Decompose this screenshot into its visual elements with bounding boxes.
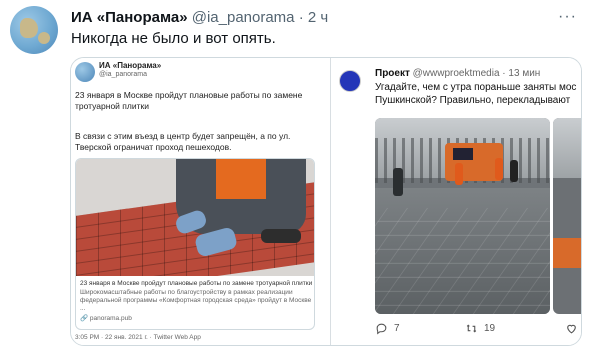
embedded-author-handle: @ia_panorama xyxy=(99,71,147,78)
photo-worker xyxy=(393,168,403,196)
street-photo-2 xyxy=(553,118,581,314)
embedded-text-headline: 23 января в Москве пройдут плановые рабо… xyxy=(75,90,303,111)
card-description: Широкомасштабные работы по благоустройст… xyxy=(80,289,312,312)
photo-tiles xyxy=(375,208,550,314)
embedded-header: Проект @wwwproektmedia · 13 мин xyxy=(375,68,540,79)
embedded-author-name: ИА «Панорама» xyxy=(99,61,162,70)
embedded-avatar xyxy=(339,70,361,92)
like-action xyxy=(565,322,578,335)
embedded-time: 13 мин xyxy=(508,68,541,79)
card-domain: 🔗 panorama.pub xyxy=(80,315,132,322)
embedded-text-line: Угадайте, чем с утра пораньше заняты мос xyxy=(375,82,577,93)
embedded-author-name: Проект xyxy=(375,68,410,79)
retweet-count: 19 xyxy=(484,323,496,334)
separator-dot: · xyxy=(298,9,304,26)
author-handle[interactable]: @ia_panorama xyxy=(192,9,295,26)
reply-action: 7 xyxy=(375,322,400,335)
tweet-time[interactable]: 2 ч xyxy=(308,9,328,26)
right-screenshot: Проект @wwwproektmedia · 13 мин Угадайте… xyxy=(331,58,581,345)
photo-truck xyxy=(553,238,581,268)
heart-icon xyxy=(567,324,576,334)
photo-worker xyxy=(455,163,463,185)
more-options-icon[interactable]: ··· xyxy=(558,8,577,26)
mallet xyxy=(261,229,301,243)
photo-worker xyxy=(510,160,518,182)
worker-vest xyxy=(216,159,266,199)
tweet-header: ИА «Панорама» @ia_panorama · 2 ч xyxy=(71,9,328,26)
embedded-actions: 7 19 xyxy=(375,322,580,338)
tweet-photo[interactable]: ИА «Панорама» @ia_panorama 23 января в М… xyxy=(70,57,582,346)
left-screenshot: ИА «Панорама» @ia_panorama 23 января в М… xyxy=(71,58,330,345)
retweet-icon xyxy=(466,324,477,333)
separator-dot: · xyxy=(502,68,506,79)
card-image xyxy=(76,159,314,276)
card-domain-text: panorama.pub xyxy=(89,315,132,322)
card-title: 23 января в Москве пройдут плановые рабо… xyxy=(80,280,312,287)
embedded-author-handle: @wwwproektmedia xyxy=(412,68,500,79)
link-card: 23 января в Москве пройдут плановые рабо… xyxy=(75,158,315,330)
embedded-text-body: В связи с этим въезд в центр будет запре… xyxy=(75,131,291,152)
photo-sky xyxy=(553,118,581,178)
embedded-footer: 3:05 PM · 22 янв. 2021 г. · Twitter Web … xyxy=(75,334,201,341)
author-name[interactable]: ИА «Панорама» xyxy=(71,9,188,26)
reply-icon xyxy=(376,323,387,335)
embedded-text-line: Пушкинской? Правильно, перекладывают xyxy=(375,95,571,106)
embedded-avatar xyxy=(75,62,95,82)
photo-worker xyxy=(495,158,503,180)
retweet-action: 19 xyxy=(465,322,495,335)
tweet-text: Никогда не было и вот опять. xyxy=(71,30,276,47)
embedded-text: Угадайте, чем с утра пораньше заняты мос… xyxy=(375,81,581,107)
author-avatar[interactable] xyxy=(10,6,58,54)
reply-count: 7 xyxy=(394,323,400,334)
street-photo xyxy=(375,118,550,314)
avatar-globe-land xyxy=(38,32,50,44)
avatar-globe-land xyxy=(20,18,38,38)
